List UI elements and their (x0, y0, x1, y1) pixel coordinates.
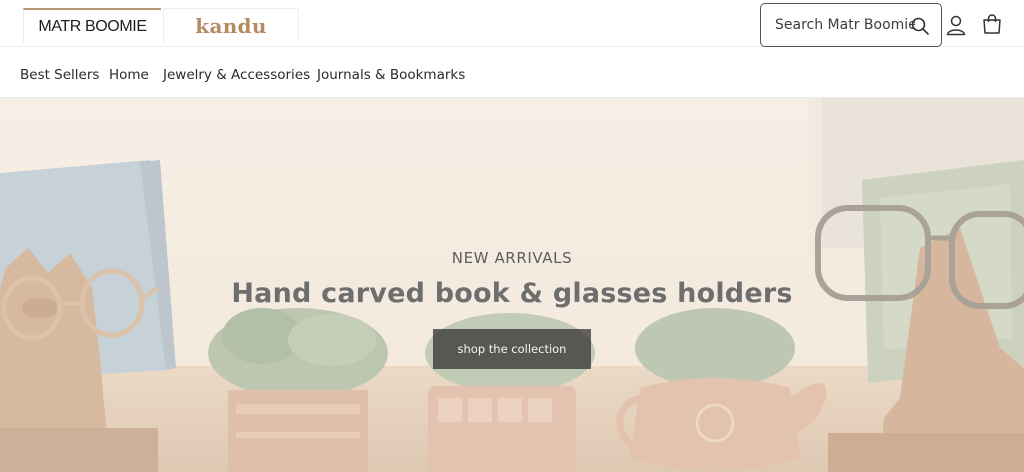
hero-title: Hand carved book & glasses holders (231, 278, 793, 309)
shop-collection-button[interactable]: shop the collection (433, 329, 591, 369)
nav-item-journals-bookmarks[interactable]: Journals & Bookmarks (317, 67, 465, 83)
hero-banner: NEW ARRIVALS Hand carved book & glasses … (0, 98, 1024, 472)
nav-item-jewelry-accessories[interactable]: Jewelry & Accessories (163, 67, 310, 83)
nav-item-home[interactable]: Home (109, 67, 149, 83)
main-navigation: Best Sellers Home Jewelry & Accessories … (0, 47, 1024, 98)
search-box[interactable] (760, 3, 942, 47)
nav-item-best-sellers[interactable]: Best Sellers (20, 67, 99, 83)
site-header: MATR BOOMIE kandu (0, 0, 1024, 47)
account-icon[interactable] (945, 14, 967, 36)
search-input[interactable] (775, 17, 915, 33)
brand-tab-kandu[interactable]: kandu (163, 8, 299, 43)
matr-boomie-logo: MATR BOOMIE (38, 17, 147, 35)
cart-icon[interactable] (981, 13, 1003, 35)
search-icon[interactable] (910, 16, 930, 36)
brand-tab-matr-boomie[interactable]: MATR BOOMIE (23, 8, 161, 43)
kandu-logo: kandu (195, 14, 267, 38)
hero-eyebrow: NEW ARRIVALS (451, 249, 573, 267)
